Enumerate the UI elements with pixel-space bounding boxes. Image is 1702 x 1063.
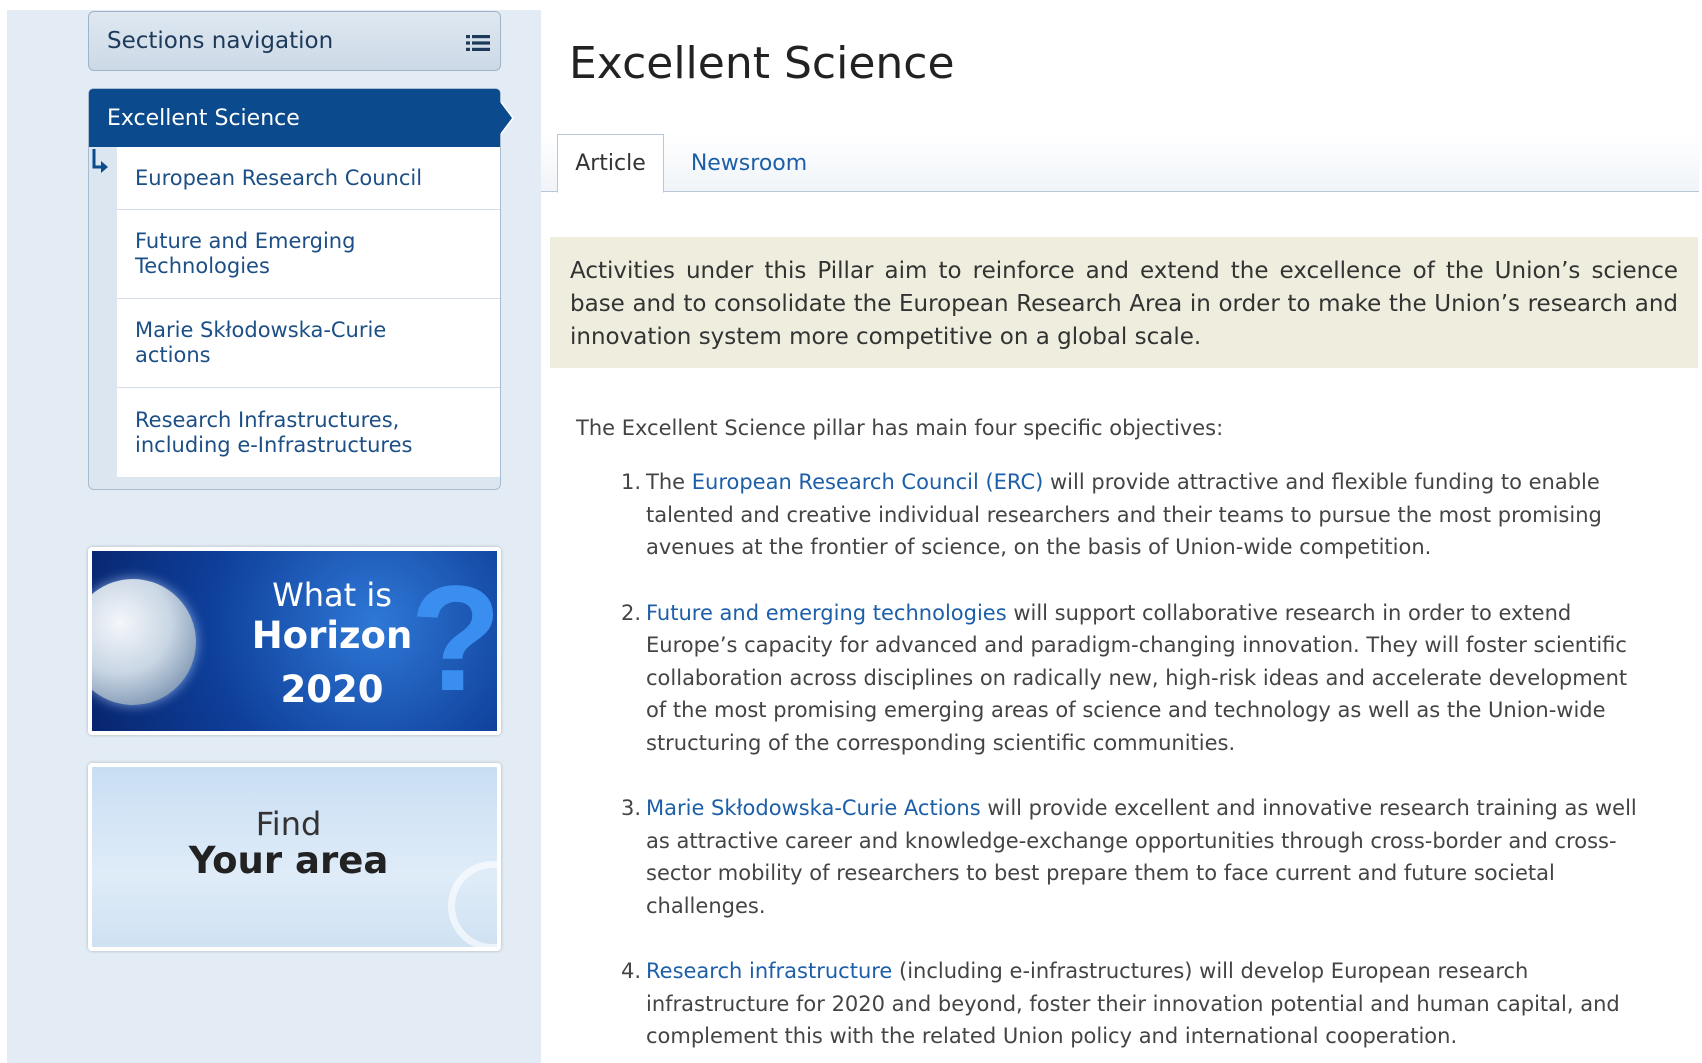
- sub-nav-list: European Research Council Future and Eme…: [117, 147, 500, 477]
- banner-line-3: 2020: [280, 668, 384, 711]
- page-title: Excellent Science: [569, 38, 955, 89]
- what-is-horizon-2020-banner[interactable]: ? What is Horizon 2020: [88, 547, 501, 735]
- tab-article[interactable]: Article: [557, 134, 664, 193]
- section-nav: Excellent Science European Research Coun…: [88, 88, 514, 490]
- corner-arrow-icon: [91, 149, 111, 179]
- globe-icon: [92, 579, 196, 705]
- nav-active-label: Excellent Science: [107, 105, 300, 131]
- list-item: 1. The European Research Council (ERC) wi…: [611, 466, 1641, 564]
- list-item: 2. Future and emerging technologies will …: [611, 597, 1641, 760]
- sub-nav-item-label: European Research Council: [135, 165, 423, 190]
- sections-navigation-button[interactable]: Sections navigation: [88, 11, 501, 71]
- sub-nav-item-label: Marie Skłodowska-Curie actions: [135, 318, 387, 367]
- banner-your-area-label: Your area: [188, 839, 389, 882]
- sub-nav-item-label: Research Infrastructures, including e-In…: [135, 407, 413, 457]
- list-number: 2.: [620, 600, 641, 625]
- objectives-lead: The Excellent Science pillar has main fo…: [576, 416, 1224, 440]
- sections-navigation-label: Sections navigation: [107, 28, 334, 54]
- list-number: 1.: [620, 470, 641, 494]
- list-number: 4.: [620, 959, 641, 983]
- msca-link[interactable]: Marie Skłodowska-Curie Actions: [646, 796, 981, 820]
- list-item: 4. Research infrastructure (including e-i…: [611, 955, 1641, 1053]
- intro-summary: Activities under this Pillar aim to rein…: [550, 237, 1698, 368]
- list-number: 3.: [620, 796, 641, 820]
- main-content: Excellent Science Article Newsroom Activ…: [541, 10, 1702, 1063]
- sub-nav-item-msca[interactable]: Marie Skłodowska-Curie actions: [117, 299, 500, 388]
- sub-nav-item-label: Future and Emerging Technologies: [135, 229, 356, 278]
- sub-nav-item-fet[interactable]: Future and Emerging Technologies: [117, 210, 500, 299]
- list-item: 3. Marie Skłodowska-Curie Actions will pr…: [611, 792, 1641, 922]
- question-mark-icon: ?: [410, 554, 501, 722]
- tab-newsroom[interactable]: Newsroom: [684, 134, 814, 192]
- banner-line-2: Horizon: [251, 614, 413, 657]
- find-your-area-banner[interactable]: Find Your area: [88, 763, 501, 951]
- chevron-right-icon: [500, 102, 512, 134]
- sub-nav-item-erc[interactable]: European Research Council: [117, 147, 500, 210]
- list-icon: [466, 32, 490, 51]
- sub-nav-item-infrastructures[interactable]: Research Infrastructures, including e-In…: [117, 388, 500, 477]
- sidebar: Sections navigation Excellent Science Eu…: [88, 11, 514, 951]
- list-text: The: [646, 470, 692, 494]
- research-infrastructure-link[interactable]: Research infrastructure: [646, 959, 892, 983]
- tab-bar: Article Newsroom: [541, 134, 1699, 193]
- objectives-list: 1. The European Research Council (ERC) wi…: [611, 466, 1641, 1063]
- fet-link[interactable]: Future and emerging technologies: [646, 601, 1007, 625]
- erc-link[interactable]: European Research Council (ERC): [692, 470, 1044, 494]
- banner-find-label: Find: [255, 805, 322, 843]
- nav-item-excellent-science[interactable]: Excellent Science: [89, 89, 514, 147]
- banner-line-1: What is: [272, 576, 392, 614]
